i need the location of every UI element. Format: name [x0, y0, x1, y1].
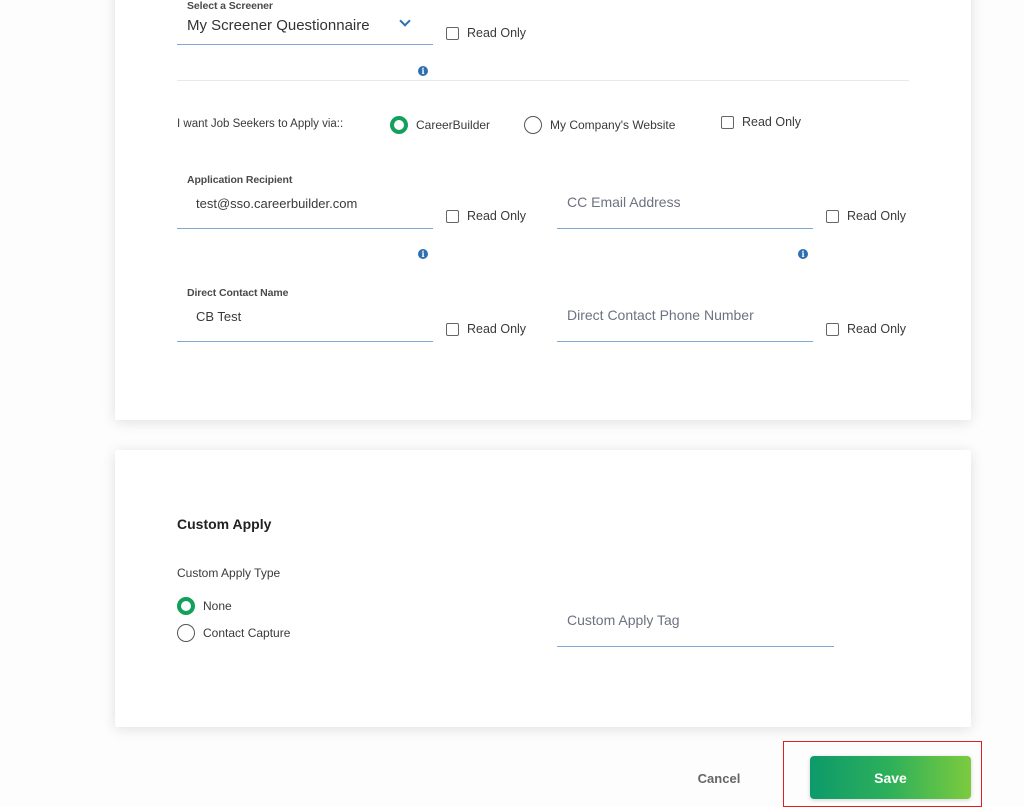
direct-contact-phone-input[interactable]: Direct Contact Phone Number [567, 307, 754, 323]
checkbox-icon[interactable] [446, 209, 459, 223]
save-button[interactable]: Save [810, 756, 971, 799]
radio-unchecked-icon[interactable] [177, 624, 195, 642]
cc-email-underline [557, 228, 813, 229]
cc-email-input[interactable]: CC Email Address [567, 194, 681, 210]
direct-contact-name-read-only[interactable]: Read Only [446, 322, 526, 336]
read-only-label: Read Only [847, 322, 907, 336]
checkbox-icon[interactable] [826, 322, 839, 336]
page: Select a Screener My Screener Questionna… [0, 0, 1024, 807]
read-only-label: Read Only [742, 115, 802, 129]
cc-email-read-only[interactable]: Read Only [826, 209, 906, 223]
custom-apply-card [115, 450, 971, 727]
option-label: CareerBuilder [416, 118, 491, 132]
direct-contact-phone-underline [557, 341, 813, 342]
direct-contact-name-label: Direct Contact Name [187, 287, 289, 299]
read-only-label: Read Only [467, 26, 527, 40]
info-icon[interactable]: i [798, 249, 808, 259]
checkbox-icon[interactable] [446, 322, 459, 336]
apply-via-read-only[interactable]: Read Only [721, 115, 801, 129]
section-divider [177, 80, 909, 81]
info-icon[interactable]: i [418, 66, 428, 76]
application-recipient-underline [177, 228, 433, 229]
cancel-button[interactable]: Cancel [690, 768, 748, 788]
option-label: Contact Capture [203, 626, 291, 640]
radio-checked-icon[interactable] [390, 116, 408, 134]
option-label: My Company's Website [550, 118, 676, 132]
radio-unchecked-icon[interactable] [524, 116, 542, 134]
checkbox-icon[interactable] [446, 26, 459, 40]
custom-apply-tag-input[interactable]: Custom Apply Tag [567, 612, 680, 628]
info-icon[interactable]: i [418, 249, 428, 259]
screener-select[interactable]: My Screener Questionnaire [187, 17, 370, 34]
apply-via-label: I want Job Seekers to Apply via:: [177, 118, 344, 130]
direct-contact-name-underline [177, 341, 433, 342]
direct-contact-phone-read-only[interactable]: Read Only [826, 322, 906, 336]
custom-apply-option-none[interactable]: None [177, 597, 232, 615]
application-recipient-read-only[interactable]: Read Only [446, 209, 526, 223]
screener-underline [177, 44, 433, 45]
screener-read-only[interactable]: Read Only [446, 26, 526, 40]
option-label: None [203, 599, 232, 613]
custom-apply-tag-underline [557, 646, 834, 647]
application-recipient-label: Application Recipient [187, 174, 293, 186]
read-only-label: Read Only [467, 322, 527, 336]
screener-label: Select a Screener [187, 0, 273, 12]
direct-contact-name-input[interactable]: CB Test [196, 309, 241, 324]
application-recipient-input[interactable]: test@sso.careerbuilder.com [196, 196, 357, 211]
custom-apply-title: Custom Apply [177, 516, 272, 532]
custom-apply-type-label: Custom Apply Type [177, 566, 281, 580]
radio-checked-icon[interactable] [177, 597, 195, 615]
read-only-label: Read Only [847, 209, 907, 223]
checkbox-icon[interactable] [721, 115, 734, 129]
read-only-label: Read Only [467, 209, 527, 223]
apply-via-option-careerbuilder[interactable]: CareerBuilder [390, 116, 490, 134]
apply-via-option-company-website[interactable]: My Company's Website [524, 116, 675, 134]
checkbox-icon[interactable] [826, 209, 839, 223]
custom-apply-option-contact-capture[interactable]: Contact Capture [177, 624, 290, 642]
